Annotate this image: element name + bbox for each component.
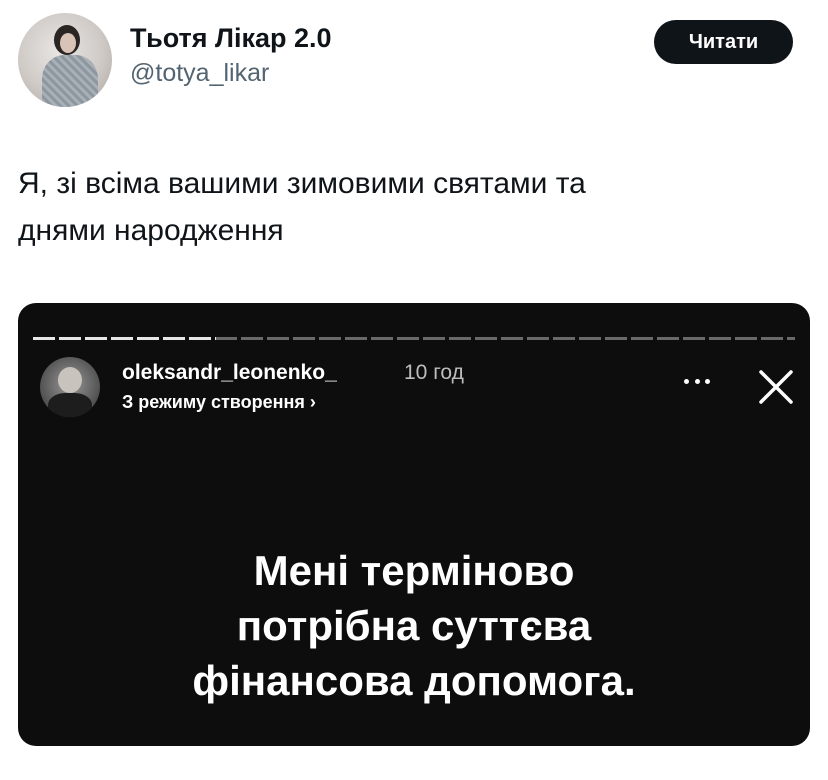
author-display-name[interactable]: Тьотя Лікар 2.0 bbox=[130, 20, 332, 56]
story-user-avatar bbox=[40, 357, 100, 417]
story-progress-done bbox=[33, 337, 216, 340]
story-caption-line: Мені терміново bbox=[253, 547, 575, 594]
story-subtitle: З режиму створення › bbox=[122, 392, 316, 412]
story-caption-line: фінансова допомога. bbox=[192, 657, 636, 704]
story-avatar-body bbox=[48, 393, 92, 417]
story-time-ago: 10 год bbox=[404, 361, 464, 384]
story-username: oleksandr_leonenko_ bbox=[122, 361, 337, 384]
author-info[interactable]: Тьотя Лікар 2.0 @totya_likar bbox=[130, 20, 332, 90]
tweet-text: Я, зі всіма вашими зимовими святами та д… bbox=[18, 160, 798, 254]
story-avatar-head bbox=[58, 367, 82, 393]
author-avatar[interactable] bbox=[18, 13, 112, 107]
more-horizontal-icon bbox=[684, 375, 710, 387]
tweet-text-line: днями народження bbox=[18, 214, 284, 247]
story-caption-line: потрібна суттєва bbox=[236, 602, 592, 649]
follow-button[interactable]: Читати bbox=[654, 20, 793, 64]
close-icon bbox=[759, 370, 793, 404]
tweet: Тьотя Лікар 2.0 @totya_likar Читати Я, з… bbox=[0, 0, 828, 780]
avatar-face-shape bbox=[60, 33, 76, 53]
tweet-text-line: Я, зі всіма вашими зимовими святами та bbox=[18, 167, 586, 200]
avatar-body-shape bbox=[42, 55, 98, 107]
tweet-media-story-screenshot[interactable]: oleksandr_leonenko_ 10 год З режиму ство… bbox=[18, 303, 810, 746]
story-caption: Мені терміново потрібна суттєва фінансов… bbox=[18, 543, 810, 708]
author-handle[interactable]: @totya_likar bbox=[130, 56, 332, 90]
story-progress-bar bbox=[33, 337, 795, 340]
